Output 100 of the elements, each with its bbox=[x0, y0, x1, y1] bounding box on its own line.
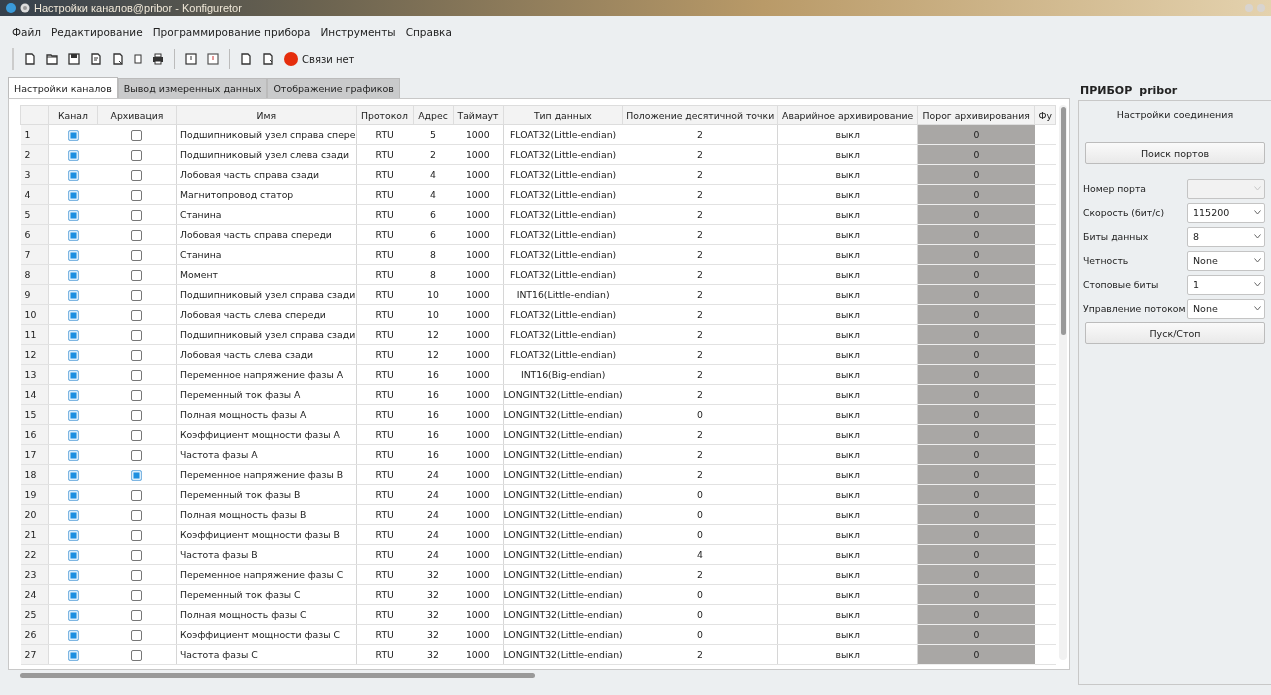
caret-icon[interactable] bbox=[1254, 210, 1261, 215]
checkbox[interactable] bbox=[67, 249, 79, 261]
checkbox[interactable] bbox=[67, 429, 79, 441]
checkbox[interactable] bbox=[67, 189, 79, 201]
column-header[interactable]: Адрес bbox=[413, 105, 453, 125]
vertical-scrollbar[interactable] bbox=[1059, 105, 1068, 660]
export-file-icon[interactable] bbox=[112, 53, 124, 65]
checkbox[interactable] bbox=[67, 649, 79, 661]
checkbox[interactable] bbox=[67, 489, 79, 501]
checkbox[interactable] bbox=[67, 349, 79, 361]
checkbox[interactable] bbox=[67, 569, 79, 581]
search-ports-button[interactable]: Поиск портов bbox=[1085, 142, 1265, 164]
window-icon[interactable] bbox=[207, 53, 219, 65]
checkbox[interactable] bbox=[67, 129, 79, 141]
dropdown[interactable]: 115200 bbox=[1187, 202, 1265, 223]
checkbox[interactable] bbox=[131, 449, 143, 461]
menu-item[interactable]: Программирование прибора bbox=[148, 26, 317, 46]
column-header[interactable]: Фу bbox=[1034, 105, 1056, 125]
checkbox[interactable] bbox=[131, 209, 143, 221]
checkbox[interactable] bbox=[131, 649, 143, 661]
menu-item[interactable]: Справка bbox=[401, 26, 458, 46]
small-file-icon[interactable] bbox=[134, 54, 142, 64]
start-stop-button[interactable]: Пуск/Стоп bbox=[1085, 322, 1265, 344]
file-icon[interactable] bbox=[262, 53, 274, 65]
checkbox[interactable] bbox=[67, 369, 79, 381]
checkbox[interactable] bbox=[131, 269, 143, 281]
row-number: 3 bbox=[20, 164, 49, 185]
caret-icon[interactable] bbox=[1254, 258, 1261, 263]
checkbox[interactable] bbox=[131, 429, 143, 441]
column-header[interactable]: Канал bbox=[48, 105, 98, 125]
column-header[interactable]: Протокол bbox=[356, 105, 413, 125]
column-header[interactable]: Положение десятичной точки bbox=[622, 105, 778, 125]
column-header[interactable]: Имя bbox=[176, 105, 356, 125]
menu-item[interactable]: Инструменты bbox=[316, 26, 402, 46]
tab[interactable]: Отображение графиков bbox=[267, 78, 400, 98]
print-icon[interactable] bbox=[152, 53, 164, 65]
checkbox[interactable] bbox=[67, 629, 79, 641]
column-header[interactable]: Порог архивирования bbox=[917, 105, 1035, 125]
checkbox[interactable] bbox=[67, 229, 79, 241]
checkbox[interactable] bbox=[67, 389, 79, 401]
checkbox[interactable] bbox=[67, 209, 79, 221]
checkbox[interactable] bbox=[131, 409, 143, 421]
checkbox[interactable] bbox=[131, 469, 143, 481]
checkbox[interactable] bbox=[131, 609, 143, 621]
checkbox[interactable] bbox=[67, 609, 79, 621]
checkbox[interactable] bbox=[131, 629, 143, 641]
edit-file-icon[interactable] bbox=[90, 53, 102, 65]
tab[interactable]: Вывод измеренных данных bbox=[117, 78, 268, 98]
horizontal-scrollbar[interactable] bbox=[20, 673, 535, 678]
new-file-icon[interactable] bbox=[24, 53, 36, 65]
checkbox[interactable] bbox=[67, 529, 79, 541]
checkbox[interactable] bbox=[131, 329, 143, 341]
checkbox[interactable] bbox=[131, 349, 143, 361]
save-icon[interactable] bbox=[68, 53, 80, 65]
menu-item[interactable]: Редактирование bbox=[47, 26, 149, 46]
checkbox[interactable] bbox=[67, 589, 79, 601]
checkbox[interactable] bbox=[131, 309, 143, 321]
checkbox[interactable] bbox=[67, 509, 79, 521]
menu-item[interactable]: Файл bbox=[8, 26, 47, 46]
checkbox[interactable] bbox=[131, 569, 143, 581]
checkbox[interactable] bbox=[131, 589, 143, 601]
checkbox[interactable] bbox=[131, 289, 143, 301]
checkbox[interactable] bbox=[67, 309, 79, 321]
checkbox[interactable] bbox=[131, 129, 143, 141]
checkbox[interactable] bbox=[67, 329, 79, 341]
checkbox[interactable] bbox=[67, 289, 79, 301]
checkbox[interactable] bbox=[67, 169, 79, 181]
column-header[interactable]: Аварийное архивирование bbox=[777, 105, 918, 125]
checkbox[interactable] bbox=[131, 509, 143, 521]
checkbox[interactable] bbox=[131, 369, 143, 381]
folder-icon[interactable] bbox=[46, 53, 58, 65]
checkbox[interactable] bbox=[131, 549, 143, 561]
file-icon[interactable] bbox=[240, 53, 252, 65]
dropdown[interactable]: 8 bbox=[1187, 226, 1265, 247]
checkbox[interactable] bbox=[131, 249, 143, 261]
checkbox[interactable] bbox=[131, 489, 143, 501]
checkbox[interactable] bbox=[67, 549, 79, 561]
checkbox[interactable] bbox=[131, 229, 143, 241]
tab[interactable]: Настройки каналов bbox=[8, 77, 118, 98]
window-icon[interactable] bbox=[185, 53, 197, 65]
checkbox[interactable] bbox=[131, 389, 143, 401]
checkbox[interactable] bbox=[67, 149, 79, 161]
checkbox[interactable] bbox=[131, 189, 143, 201]
checkbox[interactable] bbox=[67, 469, 79, 481]
dropdown[interactable]: None bbox=[1187, 298, 1265, 319]
checkbox[interactable] bbox=[67, 269, 79, 281]
column-header[interactable]: Тип данных bbox=[503, 105, 623, 125]
caret-icon[interactable] bbox=[1254, 282, 1261, 287]
checkbox[interactable] bbox=[67, 449, 79, 461]
dropdown[interactable]: 1 bbox=[1187, 274, 1265, 295]
column-header[interactable]: Архивация bbox=[97, 105, 177, 125]
caret-icon[interactable] bbox=[1254, 306, 1261, 311]
checkbox[interactable] bbox=[131, 169, 143, 181]
dropdown[interactable]: None bbox=[1187, 250, 1265, 271]
checkbox[interactable] bbox=[67, 409, 79, 421]
device-label: ПРИБОР bbox=[1080, 83, 1133, 97]
checkbox[interactable] bbox=[131, 529, 143, 541]
checkbox[interactable] bbox=[131, 149, 143, 161]
column-header[interactable]: Таймаут bbox=[453, 105, 503, 125]
caret-icon[interactable] bbox=[1254, 234, 1261, 239]
